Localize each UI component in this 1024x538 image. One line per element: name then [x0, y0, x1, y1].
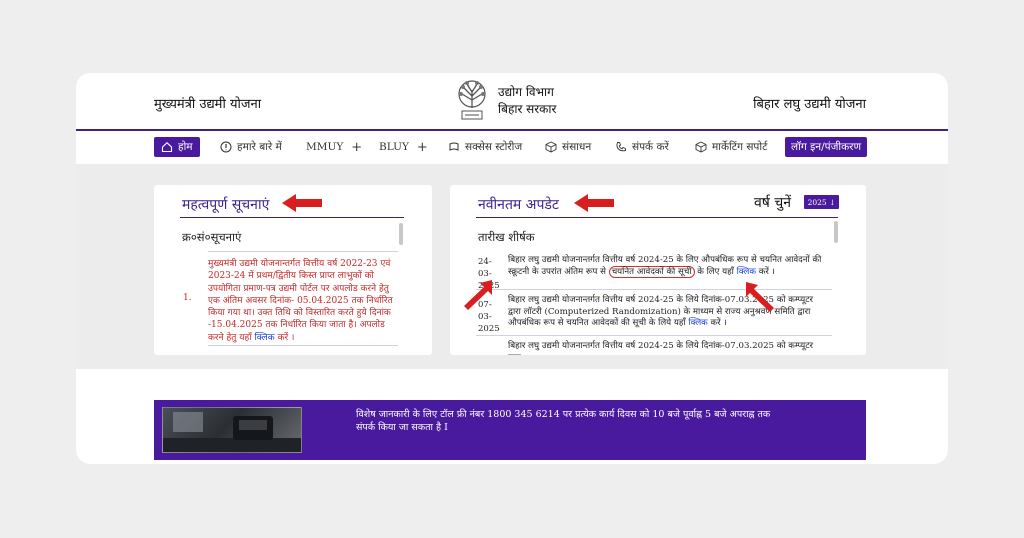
helpline-banner: विशेष जानकारी के लिए टॉल फ्री नंबर 1800 …	[154, 400, 866, 460]
notices-scrollbar[interactable]	[399, 223, 403, 245]
updates-divider	[476, 217, 838, 218]
header-left-title[interactable]: मुख्यमंत्री उद्यमी योजना	[154, 94, 261, 112]
selected-applicants-list-highlight: चयनित आवेदकों की सूची	[608, 265, 695, 278]
update-text-continued: के लिए यहाँ	[697, 266, 734, 277]
nav-success-label: सक्सेस स्टोरीज	[465, 141, 523, 153]
notice-end: करें ।	[277, 332, 295, 343]
update-click-link[interactable]: क्लिक	[737, 267, 756, 277]
department-name: उद्योग विभाग	[498, 85, 554, 99]
updates-columns: तारीख शीर्षक	[478, 230, 535, 244]
year-select-label: वर्ष चुनें	[754, 195, 791, 211]
header-department: उद्योग विभाग बिहार सरकार	[498, 84, 556, 118]
header-right-title[interactable]: बिहार लघु उद्यमी योजना	[753, 94, 866, 112]
notices-divider	[180, 217, 404, 218]
nav-contact-label: संपर्क करें	[632, 141, 669, 153]
update-end: करें ।	[710, 318, 727, 329]
annotation-arrow-icon	[746, 282, 774, 312]
phone-icon	[616, 142, 626, 152]
year-select-dropdown[interactable]: 2025 ↓	[804, 195, 839, 209]
notice-text: मुख्यमंत्री उद्यमी योजनान्तर्गत वित्तीय …	[208, 259, 393, 343]
update-end: करें ।	[758, 266, 775, 277]
notices-title: महत्वपूर्ण सूचनाएं	[182, 197, 270, 213]
annotation-arrow-icon	[464, 280, 492, 310]
nav-about[interactable]: हमारे बारे में	[216, 137, 286, 157]
helpline-text: विशेष जानकारी के लिए टॉल फ्री नंबर 1800 …	[356, 409, 771, 433]
login-register-button[interactable]: लॉग इन/पंजीकरण	[785, 137, 868, 157]
nav-home[interactable]: होम	[154, 137, 200, 157]
notice-number: 1.	[183, 293, 192, 303]
nav-home-label: होम	[178, 141, 193, 153]
ribbon-icon	[449, 142, 459, 151]
nav-bluy[interactable]: BLUY +	[375, 137, 432, 157]
nav-mmuy[interactable]: MMUY +	[302, 137, 366, 157]
update-item: बिहार लघु उद्यमी योजनान्तर्गत वित्तीय वर…	[508, 255, 828, 278]
nav-mmuy-label: MMUY	[306, 141, 344, 153]
government-name: बिहार सरकार	[498, 102, 557, 116]
updates-scrollbar[interactable]	[834, 221, 838, 243]
nav-marketing-label: मार्केटिंग सपोर्ट	[712, 141, 768, 153]
updates-title: नवीनतम अपडेट	[478, 197, 559, 213]
notice-item: मुख्यमंत्री उद्यमी योजनान्तर्गत वित्तीय …	[208, 258, 398, 344]
update-item: बिहार लघु उद्यमी योजनान्तर्गत वित्तीय वर…	[508, 295, 828, 330]
updates-panel: नवीनतम अपडेट वर्ष चुनें 2025 ↓ तारीख शीर…	[450, 185, 866, 355]
main-nav: होम हमारे बारे में MMUY + BLUY + सक्सेस …	[76, 133, 948, 161]
home-icon	[161, 142, 173, 153]
nav-bluy-label: BLUY	[379, 141, 409, 153]
notices-columns: क्र०सं०सूचनाएं	[182, 230, 242, 244]
nav-success-stories[interactable]: सक्सेस स्टोरीज	[444, 137, 526, 157]
site-header: मुख्यमंत्री उद्यमी योजना उद्योग विभाग बि…	[76, 73, 948, 131]
header-brand[interactable]: उद्योग विभाग बिहार सरकार	[452, 78, 556, 124]
notice-click-link[interactable]: क्लिक	[254, 333, 274, 343]
update-item-partial: बिहार लघु उद्यमी योजनान्तर्गत वित्तीय वर…	[508, 341, 814, 355]
office-desk-image	[162, 407, 302, 453]
nav-about-label: हमारे बारे में	[237, 141, 282, 153]
nav-marketing[interactable]: मार्केटिंग सपोर्ट	[691, 137, 771, 157]
annotation-arrow-icon	[574, 194, 614, 212]
bodhi-tree-logo-icon	[458, 80, 486, 120]
updates-row-divider	[476, 335, 832, 336]
info-icon	[220, 141, 232, 153]
nav-contact[interactable]: संपर्क करें	[611, 137, 673, 157]
plus-icon: +	[416, 139, 428, 155]
nav-resources[interactable]: संसाधन	[541, 137, 595, 157]
desk-phone-icon	[163, 412, 301, 452]
updates-row-divider	[476, 289, 832, 290]
plus-icon: +	[351, 139, 363, 155]
notices-row-divider	[208, 251, 398, 252]
update-click-link[interactable]: क्लिक	[688, 318, 707, 328]
page-card: मुख्यमंत्री उद्यमी योजना उद्योग विभाग बि…	[76, 73, 948, 464]
box-icon	[695, 141, 707, 153]
notices-row-divider	[208, 345, 398, 346]
cube-icon	[545, 141, 557, 153]
annotation-arrow-icon	[282, 194, 322, 212]
nav-resources-label: संसाधन	[562, 141, 592, 153]
